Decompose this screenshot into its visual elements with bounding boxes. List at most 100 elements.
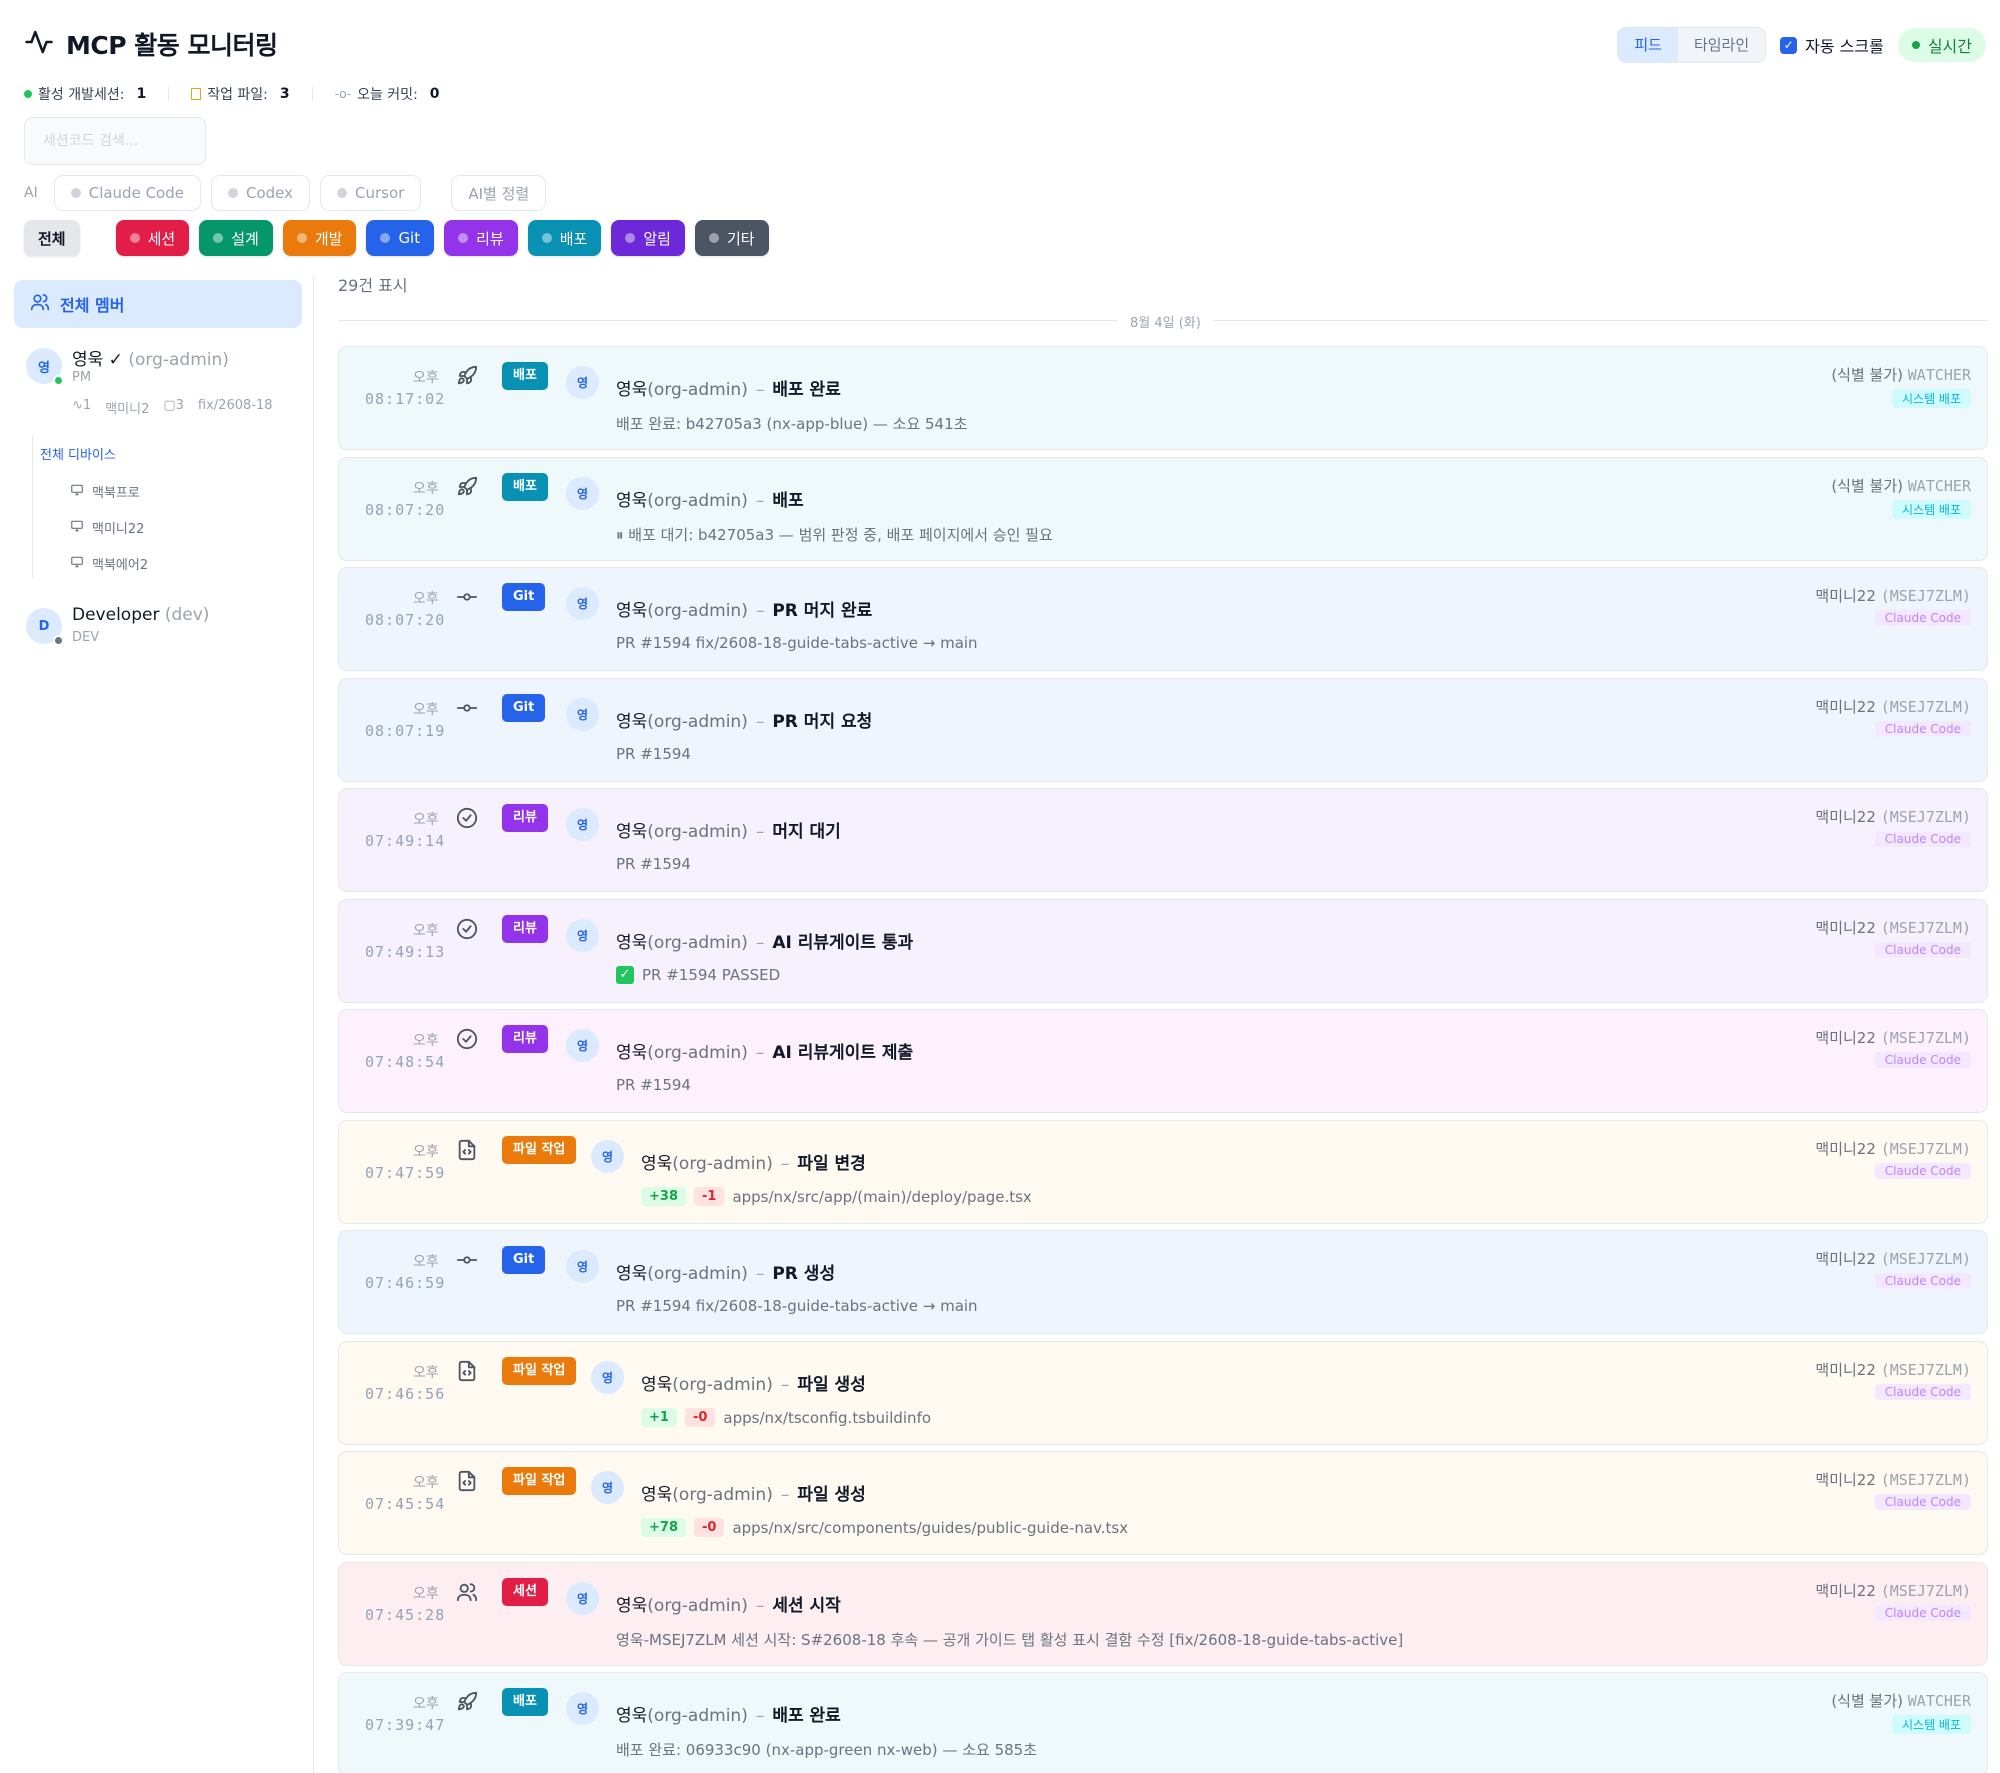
ai-chip-codex[interactable]: Codex bbox=[210, 175, 310, 211]
event-card[interactable]: 오후 07:46:56 파일 작업 영 영욱(org-admin) – 파일 생성 +1 -0 a… bbox=[338, 1341, 1988, 1445]
tab-feed[interactable]: 피드 bbox=[1618, 28, 1678, 62]
event-source-id: (MSEJ7ZLM) bbox=[1880, 1471, 1971, 1489]
event-agent-tag: Claude Code bbox=[1874, 1052, 1971, 1068]
category-label: 리뷰 bbox=[476, 229, 504, 248]
separator: – bbox=[755, 601, 765, 621]
event-action: 배포 완료 bbox=[772, 1706, 841, 1726]
event-card[interactable]: 오후 07:46:59 Git 영 영욱(org-admin) – PR 생성 PR #159… bbox=[338, 1230, 1988, 1334]
event-source-id: WATCHER bbox=[1907, 366, 1971, 384]
stat-active-sessions: 활성 개발세션: 1 bbox=[24, 84, 146, 104]
event-card[interactable]: 오후 07:48:54 리뷰 영 영욱(org-admin) – AI 리뷰게이트 제출 PR… bbox=[338, 1009, 1988, 1113]
event-card[interactable]: 오후 07:45:54 파일 작업 영 영욱(org-admin) – 파일 생성 +78 -0… bbox=[338, 1451, 1988, 1555]
category-deploy[interactable]: 배포 bbox=[527, 220, 602, 256]
member-item-youngwook[interactable]: 영 영욱 ✓ (org-admin) PM ∿1 맥미니2 ▢3 fix/260… bbox=[26, 348, 273, 417]
event-card[interactable]: 오후 07:49:14 리뷰 영 영욱(org-admin) – 머지 대기 PR #1594… bbox=[338, 788, 1988, 892]
category-alert[interactable]: 알림 bbox=[611, 220, 685, 256]
device-item[interactable]: 맥북에어2 bbox=[70, 554, 148, 573]
activity-icon bbox=[24, 27, 54, 61]
event-user-role: (org-admin) bbox=[647, 491, 748, 511]
category-etc[interactable]: 기타 bbox=[694, 220, 769, 256]
event-time: 07:48:54 bbox=[365, 1053, 446, 1071]
category-dev[interactable]: 개발 bbox=[282, 220, 357, 256]
event-user: 영욱 bbox=[616, 1596, 648, 1616]
autoscroll-toggle[interactable]: ✓ 자동 스크롤 bbox=[1780, 33, 1884, 57]
live-badge: 실시간 bbox=[1897, 28, 1986, 62]
device-item[interactable]: 맥북프로 bbox=[70, 482, 140, 501]
event-card[interactable]: 오후 07:47:59 파일 작업 영 영욱(org-admin) – 파일 변경 +38 -1… bbox=[338, 1120, 1988, 1224]
event-ampm: 오후 bbox=[413, 370, 439, 386]
category-review[interactable]: 리뷰 bbox=[444, 220, 518, 256]
online-status-icon bbox=[53, 375, 64, 386]
category-all[interactable]: 전체 bbox=[24, 220, 80, 256]
member-role: (org-admin) bbox=[128, 350, 229, 370]
event-user: 영욱 bbox=[616, 1706, 648, 1726]
event-card[interactable]: 오후 08:17:02 배포 영 영욱(org-admin) – 배포 완료 배포 완료: b… bbox=[338, 346, 1988, 450]
event-ampm: 오후 bbox=[413, 923, 439, 939]
commit-icon bbox=[456, 1249, 478, 1271]
event-user-role: (org-admin) bbox=[672, 1375, 773, 1395]
event-detail-text: PR #1594 fix/2608-18-guide-tabs-active →… bbox=[616, 634, 978, 652]
event-ampm: 오후 bbox=[413, 1586, 439, 1602]
event-headline: 영욱(org-admin) – 배포 bbox=[616, 486, 804, 511]
event-ampm: 오후 bbox=[413, 1033, 439, 1049]
file-code-icon bbox=[456, 1470, 478, 1492]
separator: – bbox=[780, 1375, 790, 1395]
event-ampm: 오후 bbox=[413, 1254, 439, 1270]
event-time: 08:07:20 bbox=[365, 611, 446, 629]
member-title: PM bbox=[72, 370, 92, 385]
event-user: 영욱 bbox=[616, 1264, 648, 1284]
event-card[interactable]: 오후 07:45:28 세션 영 영욱(org-admin) – 세션 시작 영욱-MSEJ7… bbox=[338, 1562, 1988, 1666]
event-source-id: (MSEJ7ZLM) bbox=[1880, 1361, 1971, 1379]
ai-chip-claude-code[interactable]: Claude Code bbox=[53, 175, 201, 211]
device-label: 맥미니22 bbox=[92, 522, 145, 537]
avatar: 영 bbox=[566, 366, 599, 399]
event-headline: 영욱(org-admin) – 머지 대기 bbox=[616, 817, 841, 842]
member-role: (dev) bbox=[164, 605, 210, 625]
category-design[interactable]: 설계 bbox=[199, 220, 273, 256]
separator: – bbox=[780, 1485, 790, 1505]
category-git[interactable]: Git bbox=[366, 220, 435, 256]
avatar: 영 bbox=[566, 1692, 599, 1725]
event-card[interactable]: 오후 07:49:13 리뷰 영 영욱(org-admin) – AI 리뷰게이트 통과 ✓ P… bbox=[338, 899, 1988, 1003]
event-user: 영욱 bbox=[616, 712, 648, 732]
avatar-initial: 영 bbox=[38, 360, 50, 376]
category-label: 설계 bbox=[231, 229, 259, 248]
stat-commits-value: 0 bbox=[429, 86, 440, 102]
device-item[interactable]: 맥미니22 bbox=[70, 518, 144, 537]
separator: – bbox=[755, 1596, 765, 1616]
event-user: 영욱 bbox=[641, 1375, 673, 1395]
event-detail: 배포 완료: b42705a3 (nx-app-blue) — 소요 541초 bbox=[616, 413, 967, 434]
dot-icon bbox=[337, 188, 347, 198]
event-card[interactable]: 오후 07:39:47 배포 영 영욱(org-admin) – 배포 완료 배포 완료: 0… bbox=[338, 1672, 1988, 1773]
event-source-device: 맥미니22 bbox=[1815, 1471, 1876, 1489]
dot-icon bbox=[458, 233, 469, 243]
event-user-role: (org-admin) bbox=[647, 712, 748, 732]
event-source-device: 맥미니22 bbox=[1815, 698, 1876, 716]
event-card[interactable]: 오후 08:07:19 Git 영 영욱(org-admin) – PR 머지 요청 PR #… bbox=[338, 678, 1988, 782]
event-source: (식별 불가) WATCHER bbox=[1831, 1690, 1971, 1711]
event-source-id: WATCHER bbox=[1907, 1692, 1971, 1710]
event-source: 맥미니22 (MSEJ7ZLM) bbox=[1815, 1469, 1971, 1490]
avatar: 영 bbox=[26, 348, 64, 386]
tab-timeline[interactable]: 타임라인 bbox=[1678, 28, 1765, 62]
commit-icon bbox=[456, 586, 478, 608]
member-item-developer[interactable]: D Developer (dev) DEV bbox=[26, 605, 209, 646]
stat-work-files: 작업 파일: 3 bbox=[191, 84, 290, 104]
event-detail-text: PR #1594 bbox=[616, 855, 691, 873]
ai-sort-button[interactable]: AI별 정렬 bbox=[451, 175, 547, 211]
dot-icon bbox=[129, 233, 140, 243]
dot-icon bbox=[708, 233, 719, 243]
event-time: 07:49:13 bbox=[365, 943, 446, 961]
event-ampm: 오후 bbox=[413, 702, 439, 718]
event-card[interactable]: 오후 08:07:20 배포 영 영욱(org-admin) – 배포 ⏸ 배포 대기: b4… bbox=[338, 457, 1988, 561]
event-source: 맥미니22 (MSEJ7ZLM) bbox=[1815, 1138, 1971, 1159]
session-search-input[interactable] bbox=[24, 117, 206, 165]
category-session[interactable]: 세션 bbox=[115, 220, 190, 256]
all-members-button[interactable]: 전체 멤버 bbox=[14, 280, 302, 328]
all-devices-link[interactable]: 전체 디바이스 bbox=[40, 444, 116, 463]
ai-chip-cursor[interactable]: Cursor bbox=[320, 175, 422, 211]
checkbox-checked-icon[interactable]: ✓ bbox=[1780, 36, 1798, 54]
event-card[interactable]: 오후 08:07:20 Git 영 영욱(org-admin) – PR 머지 완료 PR #… bbox=[338, 567, 1988, 671]
stat-active-sessions-label: 활성 개발세션: bbox=[38, 87, 125, 103]
event-user: 영욱 bbox=[616, 933, 648, 953]
